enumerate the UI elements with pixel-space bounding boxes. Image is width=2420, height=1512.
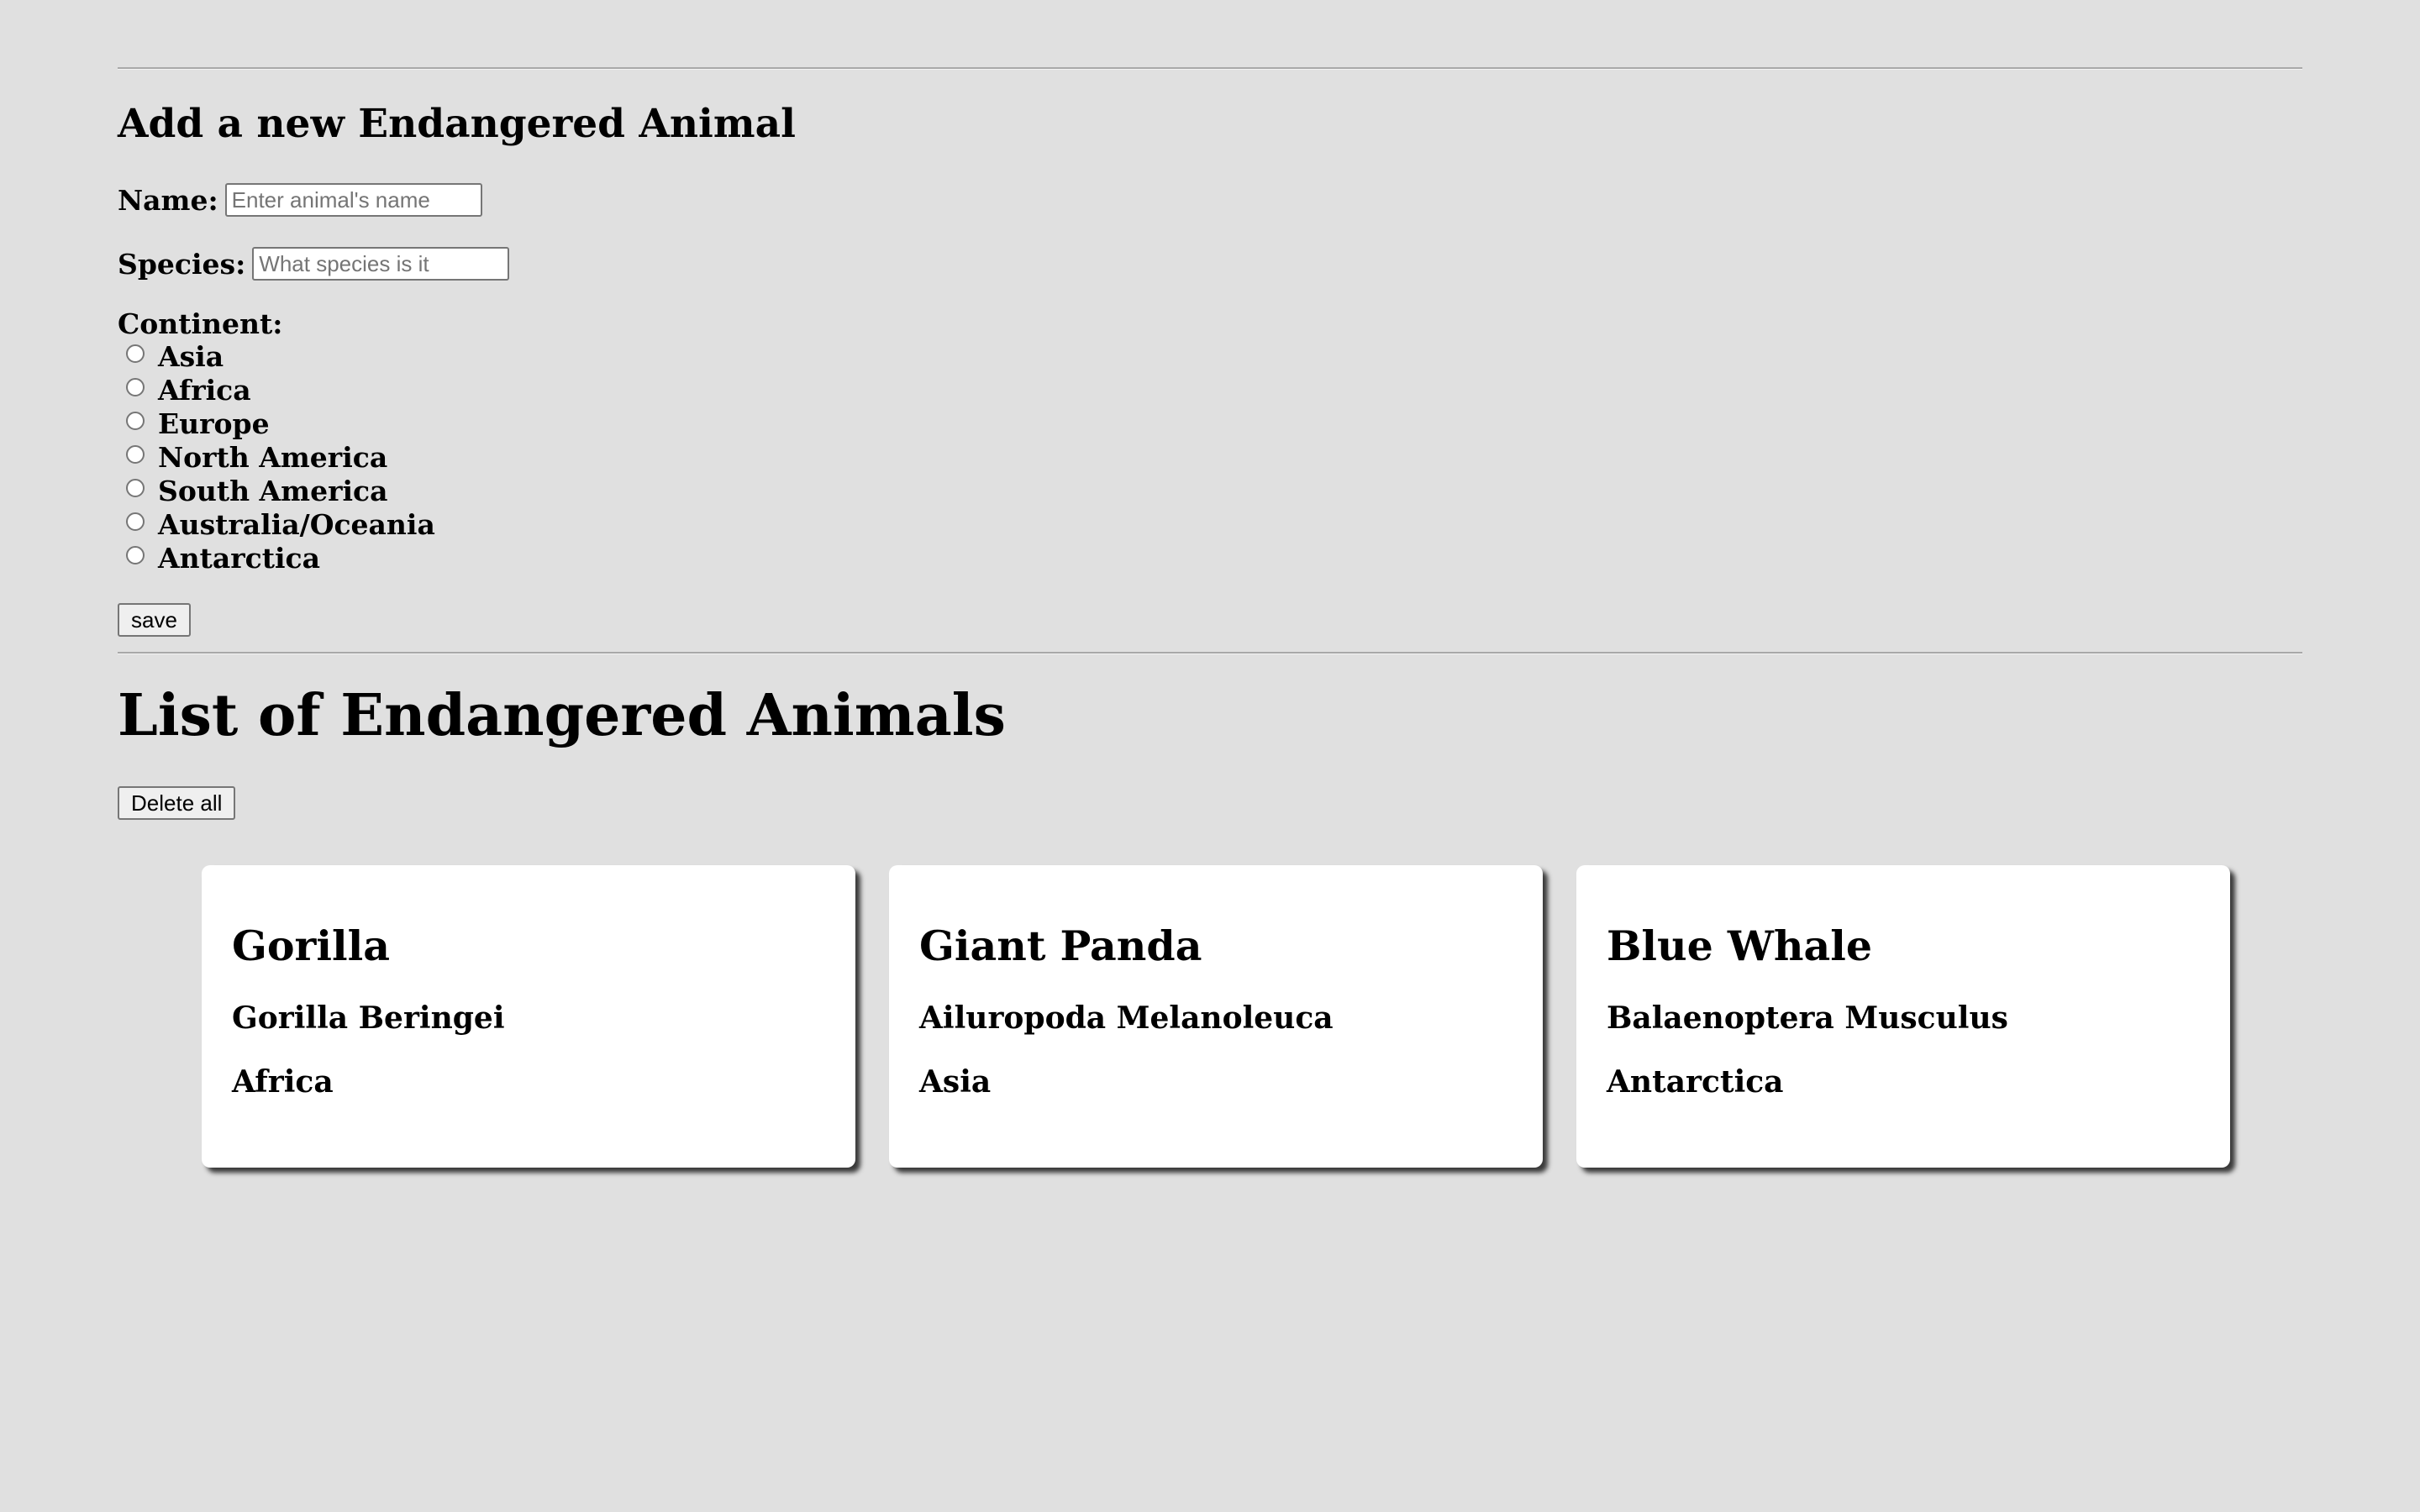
- radio-button[interactable]: [126, 412, 145, 430]
- animal-continent: Asia: [919, 1064, 992, 1100]
- animal-name: Giant Panda: [919, 921, 1202, 970]
- radio-option-label: Australia/Oceania: [158, 507, 435, 541]
- animal-name: Blue Whale: [1607, 921, 1873, 970]
- animal-card-list: Gorilla Gorilla Beringei Africa Giant Pa…: [202, 865, 2235, 1168]
- radio-button[interactable]: [126, 344, 145, 363]
- animal-card: Giant Panda Ailuropoda Melanoleuca Asia: [889, 865, 1543, 1168]
- animal-name: Gorilla: [232, 921, 390, 970]
- animal-species: Ailuropoda Melanoleuca: [919, 1000, 1334, 1036]
- radio-option-label: North America: [158, 440, 388, 474]
- save-button[interactable]: save: [118, 603, 191, 637]
- species-input[interactable]: [252, 247, 510, 281]
- radio-button[interactable]: [126, 479, 145, 497]
- continent-label: Continent:: [118, 307, 283, 340]
- radio-button[interactable]: [126, 512, 145, 531]
- name-field-row: Name:: [118, 181, 482, 218]
- animal-species: Gorilla Beringei: [232, 1000, 505, 1036]
- radio-option-africa[interactable]: Africa: [126, 373, 435, 407]
- radio-button[interactable]: [126, 546, 145, 564]
- animal-continent: Africa: [232, 1064, 334, 1100]
- species-label: Species:: [118, 247, 246, 281]
- radio-option-label: Europe: [158, 407, 270, 440]
- section-divider: [118, 652, 2302, 654]
- radio-option-antarctica[interactable]: Antarctica: [126, 541, 435, 575]
- name-input[interactable]: [224, 183, 482, 217]
- list-title: List of Endangered Animals: [118, 682, 1006, 749]
- species-field-row: Species:: [118, 245, 510, 282]
- delete-all-button[interactable]: Delete all: [118, 786, 236, 820]
- animal-continent: Antarctica: [1607, 1064, 1784, 1100]
- top-divider: [118, 67, 2302, 70]
- radio-option-label: South America: [158, 474, 388, 507]
- radio-option-label: Africa: [158, 373, 251, 407]
- radio-option-asia[interactable]: Asia: [126, 339, 435, 373]
- radio-option-south-america[interactable]: South America: [126, 474, 435, 507]
- radio-option-australia-oceania[interactable]: Australia/Oceania: [126, 507, 435, 541]
- continent-radio-group: Asia Africa Europe North America South A…: [126, 339, 435, 575]
- name-label: Name:: [118, 183, 218, 217]
- animal-card: Blue Whale Balaenoptera Musculus Antarct…: [1576, 865, 2230, 1168]
- radio-option-label: Asia: [158, 339, 224, 373]
- animal-species: Balaenoptera Musculus: [1607, 1000, 2008, 1036]
- radio-option-europe[interactable]: Europe: [126, 407, 435, 440]
- radio-button[interactable]: [126, 378, 145, 396]
- animal-card: Gorilla Gorilla Beringei Africa: [202, 865, 855, 1168]
- form-title: Add a new Endangered Animal: [118, 101, 796, 147]
- radio-option-label: Antarctica: [158, 541, 320, 575]
- radio-button[interactable]: [126, 445, 145, 464]
- radio-option-north-america[interactable]: North America: [126, 440, 435, 474]
